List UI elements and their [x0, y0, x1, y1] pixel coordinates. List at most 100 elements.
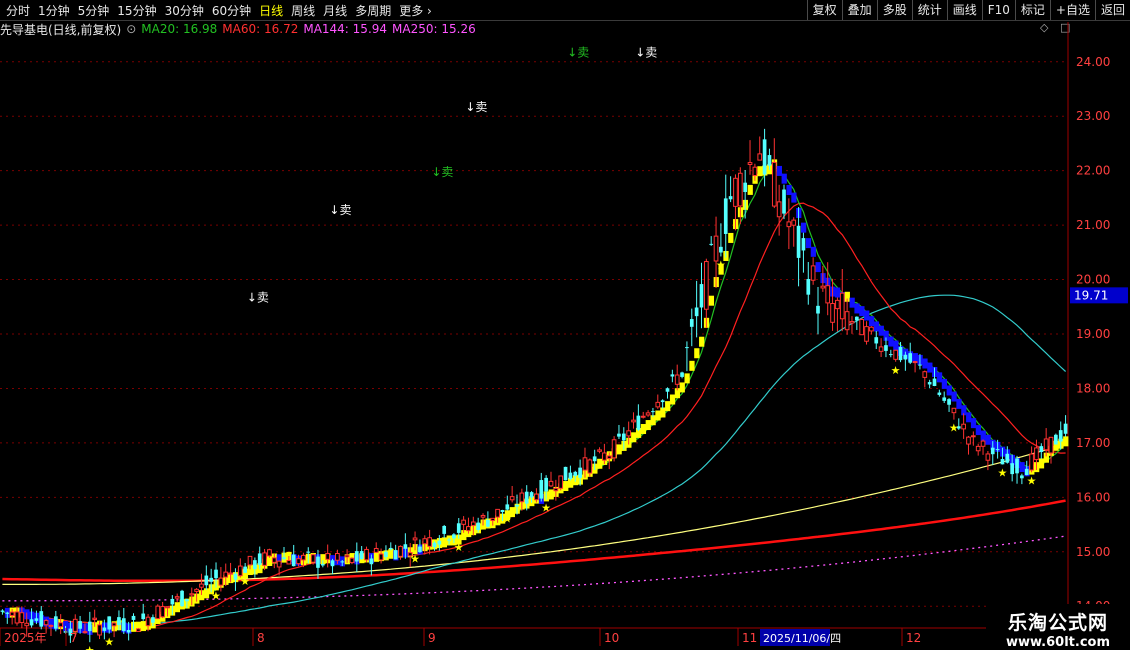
- candle-body: [320, 564, 325, 566]
- cursor-date-label: 2025/11/06/四: [763, 632, 841, 645]
- trend-band-step: [888, 336, 894, 347]
- y-tick-label-10: 24.00: [1076, 55, 1110, 69]
- y-tick-label-4: 18.00: [1076, 381, 1110, 395]
- candle-body: [951, 407, 957, 414]
- candle-body: [131, 615, 136, 620]
- candle-body: [107, 616, 112, 630]
- trend-band-step: [922, 358, 928, 369]
- kline-chart[interactable]: 14.0015.0016.0017.0018.0019.0020.0021.00…: [0, 0, 1130, 650]
- candle-body: [378, 553, 384, 561]
- trend-band-step: [747, 184, 753, 195]
- candle-body: [170, 598, 175, 605]
- trend-band-step: [815, 262, 821, 273]
- trend-band-step: [684, 373, 690, 384]
- candle-body: [87, 621, 92, 632]
- candle-body: [340, 561, 345, 563]
- candle-body: [185, 599, 189, 602]
- candle-body: [72, 618, 78, 632]
- candle-body: [966, 436, 971, 445]
- trend-band-step: [941, 378, 948, 389]
- candle-body: [199, 583, 204, 588]
- candle-body: [713, 235, 719, 262]
- trend-band-step: [757, 166, 763, 177]
- trend-band-step: [699, 336, 705, 347]
- candle-body: [626, 430, 632, 437]
- candle-body: [243, 566, 247, 573]
- candle-body: [874, 337, 879, 344]
- trend-band-step: [854, 303, 860, 314]
- candle-body: [369, 558, 374, 565]
- candle-body: [752, 166, 758, 176]
- trend-band-step: [946, 385, 952, 396]
- candle-body: [918, 364, 922, 366]
- candle-body: [155, 605, 161, 620]
- trend-band-step: [878, 325, 884, 336]
- candle-body: [816, 305, 820, 314]
- candle-body: [291, 554, 296, 567]
- candle-body: [82, 631, 88, 634]
- candle-body: [151, 617, 155, 623]
- ma250-line: [2, 535, 1066, 602]
- buy-star-0: ★: [85, 644, 95, 650]
- candle-body: [19, 612, 25, 624]
- candle-body: [359, 551, 364, 559]
- candle-body: [694, 307, 699, 317]
- trend-band-step: [864, 310, 870, 321]
- trend-band-step: [597, 458, 603, 469]
- candle-body: [606, 455, 612, 460]
- candle-body: [830, 303, 835, 323]
- candle-body: [587, 459, 593, 474]
- trend-band-step: [1019, 462, 1025, 473]
- candle-body: [194, 588, 199, 592]
- candle-body: [602, 452, 607, 461]
- candle-body: [927, 382, 932, 385]
- sell-signal-3: ↓卖: [431, 165, 453, 179]
- candle-body: [29, 619, 34, 626]
- trend-band-step: [660, 407, 666, 418]
- candle-body: [743, 182, 748, 193]
- candle-body: [373, 548, 379, 553]
- cyan-ma-line: [2, 294, 1067, 625]
- trend-band-step: [689, 360, 695, 371]
- watermark: 乐淘公式网 www.60lt.com: [986, 604, 1130, 650]
- trend-band-step: [834, 287, 841, 298]
- buy-star-6: ★: [502, 513, 512, 526]
- candle-body: [1048, 436, 1054, 454]
- x-label-2: 8: [257, 631, 265, 645]
- y-tick-label-8: 22.00: [1076, 164, 1110, 178]
- candle-body: [529, 492, 534, 498]
- buy-star-1: ★: [104, 636, 114, 649]
- candle-body: [820, 285, 826, 289]
- candle-body: [1054, 434, 1058, 445]
- candle-body: [932, 378, 937, 387]
- trend-band-step: [966, 412, 972, 423]
- candle-body: [456, 523, 461, 533]
- candle-body: [786, 221, 792, 228]
- candle-body: [461, 519, 466, 525]
- candle-body: [640, 415, 646, 418]
- candle-body: [908, 353, 913, 363]
- buy-star-12: ★: [1027, 474, 1037, 487]
- trend-band-step: [1063, 436, 1069, 447]
- candle-body: [544, 477, 548, 492]
- candle-body: [942, 397, 947, 401]
- candle-body: [898, 347, 903, 361]
- trend-band-step: [980, 430, 986, 441]
- candle-body: [611, 439, 617, 459]
- candle-body: [43, 620, 49, 626]
- trend-band-step: [140, 621, 147, 632]
- candle-body: [893, 349, 899, 360]
- candle-body: [796, 225, 801, 258]
- candle-body: [767, 155, 772, 166]
- candle-body: [592, 456, 597, 462]
- candle-body: [349, 557, 355, 564]
- candle-body: [524, 491, 529, 504]
- candle-body: [703, 261, 709, 310]
- candle-body: [597, 449, 602, 452]
- trend-band-step: [805, 238, 812, 249]
- trend-band-step: [669, 394, 676, 405]
- candle-body: [393, 550, 398, 560]
- sell-signal-5: ↓卖: [635, 45, 657, 59]
- candle-body: [34, 618, 39, 621]
- buy-star-4: ★: [410, 552, 420, 565]
